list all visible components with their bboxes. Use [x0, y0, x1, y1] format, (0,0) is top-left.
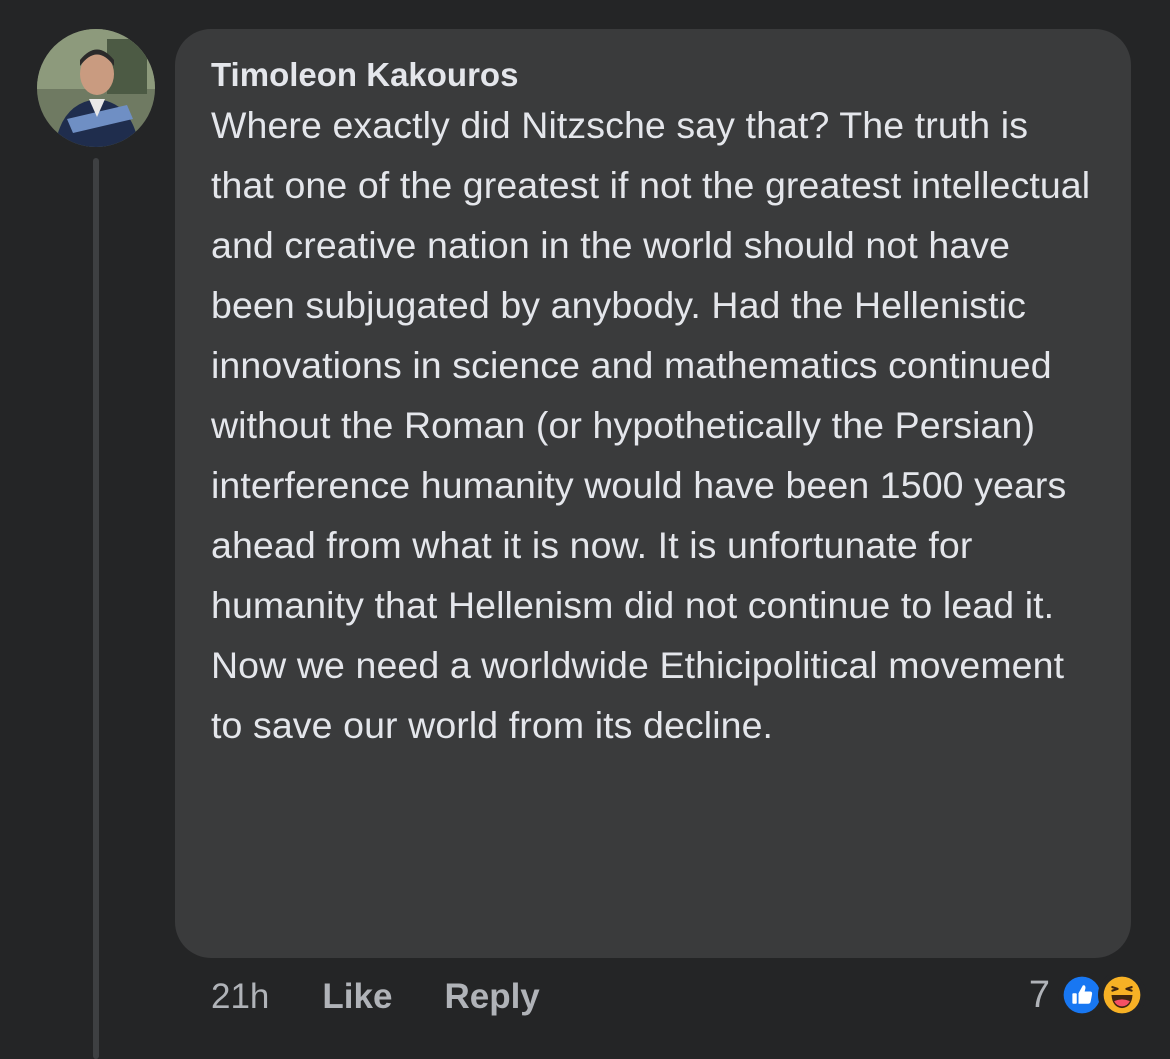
comment-author[interactable]: Timoleon Kakouros [211, 55, 1101, 95]
haha-icon [1098, 971, 1146, 1019]
reactions-summary[interactable]: 7 [1029, 970, 1146, 1020]
comment-actions: 21h Like Reply [211, 975, 540, 1019]
comment-text: Where exactly did Nitzsche say that? The… [211, 104, 1091, 746]
avatar[interactable] [37, 29, 155, 147]
thread-line [93, 158, 99, 1059]
reaction-icons [1058, 971, 1146, 1019]
comment-bubble: Timoleon Kakouros Where exactly did Nitz… [175, 29, 1131, 958]
reply-button[interactable]: Reply [444, 977, 539, 1017]
like-button[interactable]: Like [322, 977, 392, 1017]
reaction-count: 7 [1028, 973, 1050, 1016]
comment-timestamp[interactable]: 21h [211, 977, 269, 1017]
profile-photo [37, 29, 155, 147]
